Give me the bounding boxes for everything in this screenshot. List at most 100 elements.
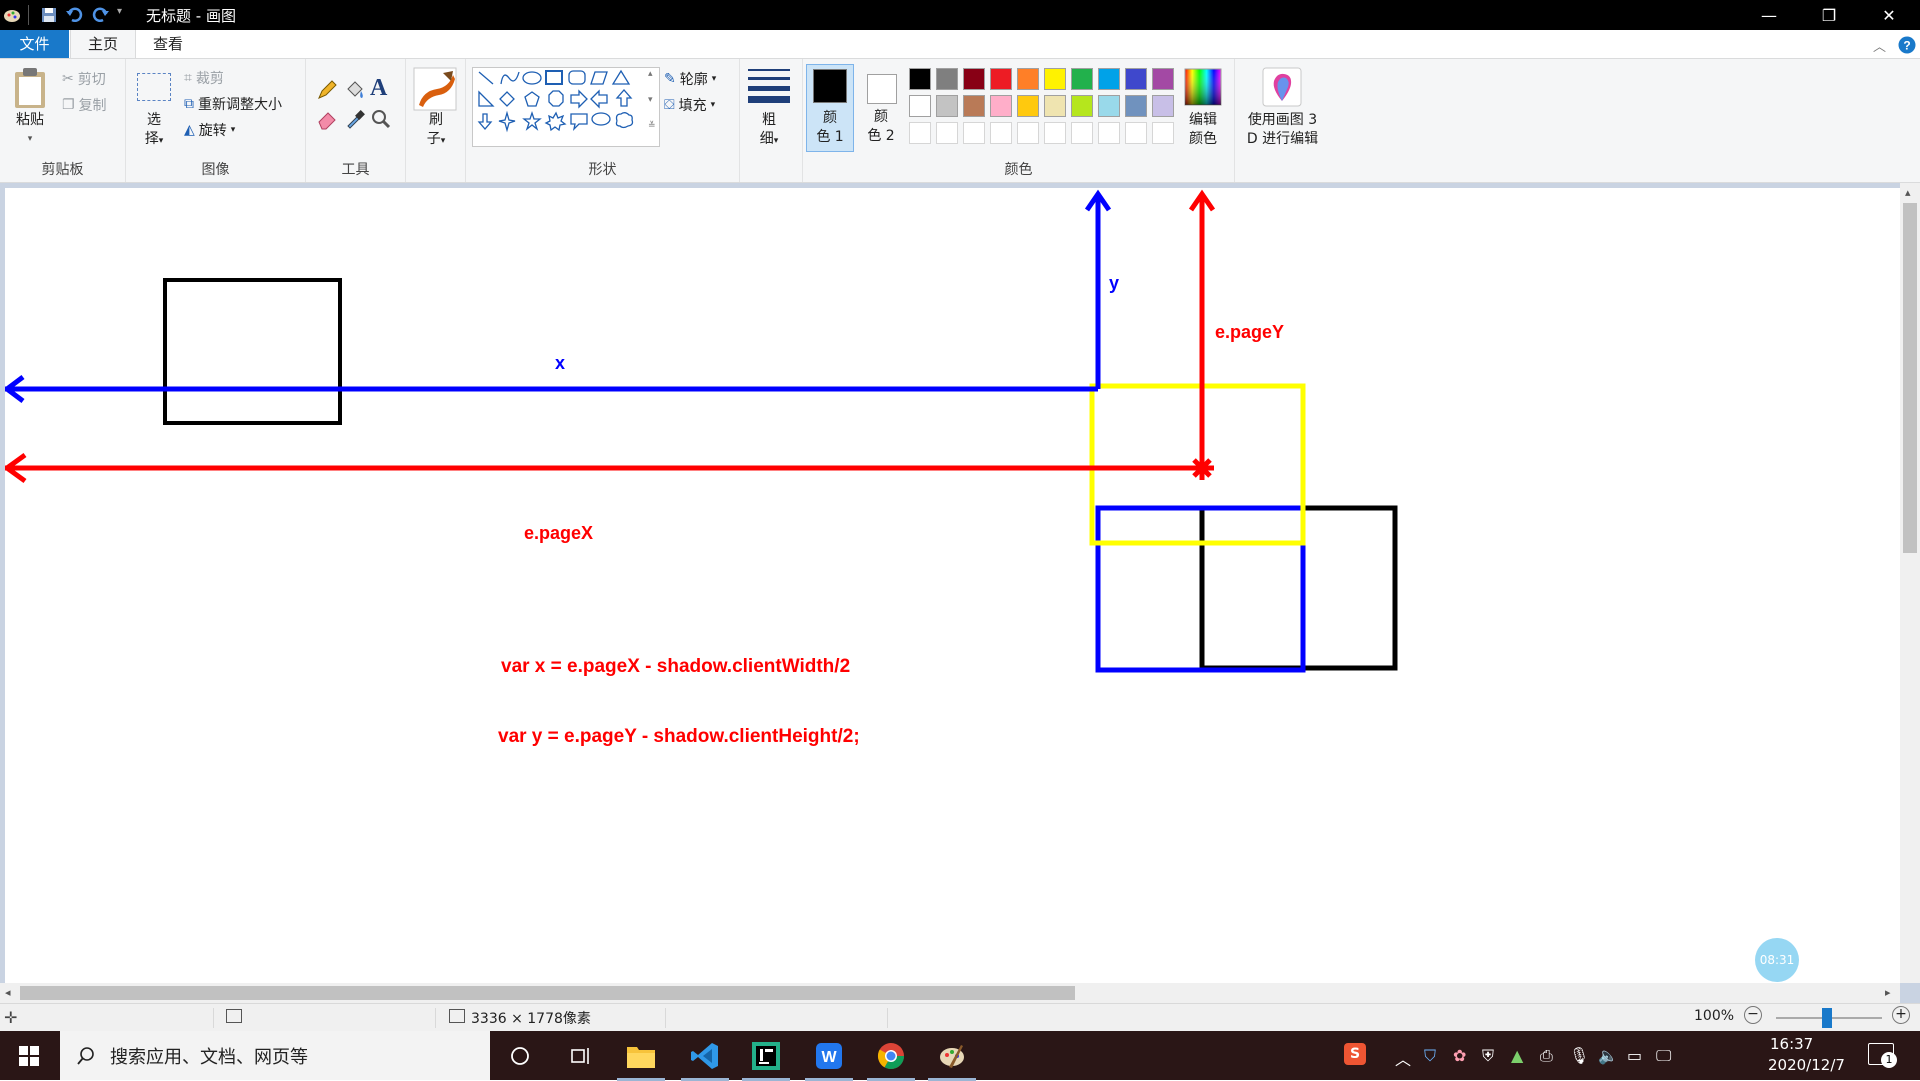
palette-color-swatch[interactable] <box>1152 68 1174 90</box>
chrome-icon[interactable] <box>867 1039 915 1081</box>
fill-bucket-icon[interactable] <box>344 79 366 101</box>
redo-icon[interactable] <box>91 5 111 25</box>
network-icon[interactable]: 🖵 <box>1656 1046 1671 1066</box>
vertical-scrollbar[interactable]: ▴ <box>1900 183 1920 983</box>
taskbar-time[interactable]: 16:37 <box>1770 1035 1813 1053</box>
help-icon[interactable]: ? <box>1898 36 1916 54</box>
intellij-icon[interactable] <box>742 1039 790 1081</box>
ime-sogou-icon[interactable]: S <box>1344 1043 1366 1065</box>
size-button[interactable]: 粗 细▾ <box>748 111 790 151</box>
palette-color-swatch[interactable] <box>909 68 931 90</box>
copy-button[interactable]: ❐ 复制 <box>62 95 107 115</box>
select-icon[interactable] <box>137 73 171 101</box>
save-icon[interactable] <box>39 5 59 25</box>
rotate-button[interactable]: ◭ 旋转 ▾ <box>184 120 235 140</box>
color-picker-icon[interactable] <box>344 108 366 130</box>
pencil-icon[interactable] <box>316 79 338 101</box>
color2-button[interactable]: 颜 色 2 <box>857 64 905 152</box>
palette-color-swatch[interactable] <box>1017 95 1039 117</box>
resize-button[interactable]: ⧉ 重新调整大小 <box>184 94 282 114</box>
eraser-icon[interactable] <box>316 108 338 130</box>
palette-custom-color-slot[interactable] <box>1125 122 1147 144</box>
brush-icon[interactable] <box>413 67 457 111</box>
scroll-up-icon[interactable]: ▴ <box>1905 186 1911 199</box>
windows-start-icon[interactable] <box>19 1046 39 1066</box>
color-spectrum-icon[interactable] <box>1184 68 1222 106</box>
notification-icon[interactable]: 1 <box>1868 1043 1897 1068</box>
file-explorer-icon[interactable] <box>617 1039 665 1081</box>
paint-taskbar-icon[interactable] <box>928 1039 976 1081</box>
palette-custom-color-slot[interactable] <box>963 122 985 144</box>
paint-app-icon[interactable] <box>2 5 22 25</box>
horizontal-scrollbar[interactable]: ◂ ▸ <box>0 983 1900 1003</box>
shapes-scroll-down-icon[interactable]: ▾ <box>648 95 653 105</box>
minimize-button[interactable]: — <box>1740 0 1798 30</box>
palette-color-swatch[interactable] <box>1152 95 1174 117</box>
show-hidden-icons-icon[interactable]: ︿ <box>1395 1046 1411 1070</box>
drawing-canvas[interactable]: x y e.pageX e.pageY var x = e.pageX - sh… <box>5 188 1900 983</box>
scroll-right-icon[interactable]: ▸ <box>1885 986 1891 999</box>
palette-custom-color-slot[interactable] <box>1017 122 1039 144</box>
horizontal-scroll-thumb[interactable] <box>20 986 1075 1000</box>
palette-custom-color-slot[interactable] <box>1098 122 1120 144</box>
cut-button[interactable]: ✂ 剪切 <box>62 69 106 89</box>
tab-file[interactable]: 文件 <box>0 30 69 58</box>
palette-color-swatch[interactable] <box>936 95 958 117</box>
brushes-button[interactable]: 刷 子▾ <box>414 111 458 151</box>
task-view-icon[interactable] <box>503 1039 537 1073</box>
palette-custom-color-slot[interactable] <box>909 122 931 144</box>
palette-custom-color-slot[interactable] <box>936 122 958 144</box>
palette-color-swatch[interactable] <box>990 95 1012 117</box>
paste-icon[interactable] <box>12 67 48 109</box>
palette-color-swatch[interactable] <box>1071 68 1093 90</box>
vscode-icon[interactable] <box>681 1039 729 1081</box>
shapes-more-icon[interactable]: ≚ <box>648 121 656 131</box>
scroll-left-icon[interactable]: ◂ <box>5 986 11 999</box>
palette-color-swatch[interactable] <box>1125 95 1147 117</box>
tab-view[interactable]: 查看 <box>136 30 200 58</box>
palette-color-swatch[interactable] <box>1071 95 1093 117</box>
palette-color-swatch[interactable] <box>1044 68 1066 90</box>
palette-color-swatch[interactable] <box>909 95 931 117</box>
palette-color-swatch[interactable] <box>1017 68 1039 90</box>
shapes-scroll-up-icon[interactable]: ▴ <box>648 69 653 79</box>
vertical-scroll-thumb[interactable] <box>1903 203 1917 553</box>
photos-icon[interactable]: ▲ <box>1511 1046 1523 1065</box>
palette-color-swatch[interactable] <box>936 68 958 90</box>
taskbar-date[interactable]: 2020/12/7 <box>1768 1056 1845 1074</box>
microphone-icon[interactable]: 🎙 <box>1569 1046 1589 1065</box>
select-button[interactable]: 选 择▾ <box>136 111 172 151</box>
palette-color-swatch[interactable] <box>963 95 985 117</box>
text-tool-icon[interactable]: A <box>370 75 387 102</box>
defender-icon[interactable]: ⛨ <box>1482 1046 1494 1066</box>
palette-custom-color-slot[interactable] <box>1071 122 1093 144</box>
paste-button[interactable]: 粘贴 ▾ <box>12 111 48 149</box>
edit-colors-button[interactable]: 编辑 颜色 <box>1178 111 1228 149</box>
crop-button[interactable]: ⌗ 裁剪 <box>184 68 224 88</box>
printer-icon[interactable]: ⎙ <box>1540 1046 1553 1066</box>
security-shield-icon[interactable]: ⛉ <box>1424 1046 1436 1066</box>
palette-custom-color-slot[interactable] <box>1044 122 1066 144</box>
color1-button[interactable]: 颜 色 1 <box>806 64 854 152</box>
outline-button[interactable]: ✎ 轮廓 ▾ <box>664 69 716 89</box>
tab-home[interactable]: 主页 <box>70 30 137 58</box>
maximize-button[interactable]: ❐ <box>1800 0 1858 30</box>
flower-icon[interactable]: ✿ <box>1453 1046 1466 1065</box>
magnifier-icon[interactable] <box>370 108 392 130</box>
wps-office-icon[interactable]: W <box>805 1039 853 1081</box>
battery-icon[interactable]: ▭ <box>1627 1046 1642 1065</box>
customize-toolbar-icon[interactable]: ▾ <box>117 6 122 17</box>
palette-color-swatch[interactable] <box>1044 95 1066 117</box>
undo-icon[interactable] <box>64 5 84 25</box>
palette-color-swatch[interactable] <box>990 68 1012 90</box>
palette-color-swatch[interactable] <box>1098 68 1120 90</box>
palette-custom-color-slot[interactable] <box>990 122 1012 144</box>
paint3d-icon[interactable] <box>1262 67 1302 107</box>
collapse-ribbon-icon[interactable]: ︿ <box>1873 36 1886 55</box>
fill-button[interactable]: ⛋ 填充 ▾ <box>664 95 715 115</box>
line-size-icon[interactable] <box>748 67 790 103</box>
zoom-out-icon[interactable]: − <box>1744 1006 1762 1024</box>
floating-timer[interactable]: 08:31 <box>1755 938 1799 982</box>
zoom-slider-thumb[interactable] <box>1822 1008 1832 1028</box>
close-button[interactable]: ✕ <box>1860 0 1918 30</box>
